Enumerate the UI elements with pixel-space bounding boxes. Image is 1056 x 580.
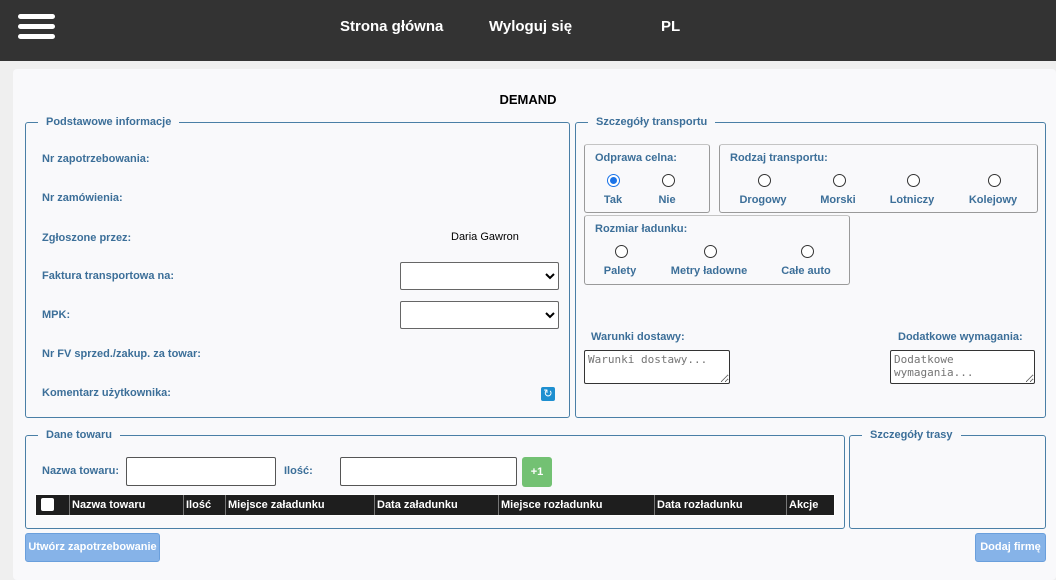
transport-air-label: Lotniczy	[889, 194, 935, 206]
select-all-checkbox[interactable]	[41, 498, 54, 511]
cargo-full-truck-radio[interactable]	[801, 245, 814, 258]
customs-yes-label: Tak	[603, 194, 623, 206]
col-qty[interactable]: Ilość	[184, 495, 226, 515]
transport-road-radio[interactable]	[758, 174, 771, 187]
goods-name-label: Nazwa towaru:	[42, 465, 120, 477]
page-title: DEMAND	[499, 92, 557, 107]
goods-qty-input[interactable]	[340, 457, 517, 486]
col-goods-name[interactable]: Nazwa towaru	[70, 495, 184, 515]
select-all-cell	[36, 495, 70, 515]
refresh-icon[interactable]: ↻	[541, 387, 555, 401]
user-comment-label: Komentarz użytkownika:	[42, 387, 171, 399]
col-loading-date[interactable]: Data załadunku	[375, 495, 499, 515]
demand-number-field[interactable]	[450, 145, 560, 173]
col-loading-place[interactable]: Miejsce załadunku	[226, 495, 375, 515]
transport-details-legend: Szczegóły transportu	[588, 116, 716, 128]
customs-no-label: Nie	[658, 194, 676, 206]
customs-yes-radio[interactable]	[607, 174, 620, 187]
route-details-section: Szczegóły trasy	[849, 429, 1046, 529]
basic-info-legend: Podstawowe informacje	[38, 116, 180, 128]
transport-rail-label: Kolejowy	[968, 194, 1018, 206]
order-number-field[interactable]	[450, 184, 560, 212]
delivery-terms-textarea[interactable]	[584, 350, 730, 384]
cargo-loading-meters-radio[interactable]	[704, 245, 717, 258]
customs-no-radio[interactable]	[662, 174, 675, 187]
extra-requirements-textarea[interactable]	[890, 350, 1035, 384]
col-unloading-place[interactable]: Miejsce rozładunku	[499, 495, 655, 515]
transport-invoice-select[interactable]	[400, 262, 559, 290]
col-unloading-date[interactable]: Data rozładunku	[655, 495, 787, 515]
invoice-number-label: Nr FV sprzed./zakup. za towar:	[42, 348, 201, 360]
goods-legend: Dane towaru	[38, 429, 121, 441]
reported-by-value: Daria Gawron	[451, 231, 519, 243]
nav-language-link[interactable]: PL	[661, 18, 680, 35]
transport-invoice-label: Faktura transportowa na:	[42, 270, 175, 282]
user-comment-field[interactable]	[425, 379, 535, 407]
nav-logout-link[interactable]: Wyloguj się	[489, 18, 572, 35]
mpk-select[interactable]	[400, 301, 559, 329]
goods-qty-label: Ilość:	[284, 465, 313, 477]
cargo-pallets-radio[interactable]	[615, 245, 628, 258]
add-company-button[interactable]: Dodaj firmę	[975, 533, 1046, 562]
demand-number-label: Nr zapotrzebowania:	[42, 153, 150, 165]
cargo-full-truck-label: Całe auto	[781, 265, 831, 277]
mpk-label: MPK:	[42, 309, 71, 321]
reported-by-label: Zgłoszone przez:	[42, 232, 132, 244]
invoice-number-field[interactable]	[450, 340, 560, 368]
cargo-pallets-label: Palety	[603, 265, 637, 277]
transport-rail-radio[interactable]	[988, 174, 1001, 187]
goods-name-input[interactable]	[126, 457, 276, 486]
transport-sea-radio[interactable]	[833, 174, 846, 187]
customs-label: Odprawa celna:	[595, 152, 677, 164]
order-number-label: Nr zamówienia:	[42, 192, 123, 204]
cargo-size-label: Rozmiar ładunku:	[595, 223, 688, 235]
top-navbar: Strona główna Wyloguj się PL	[0, 0, 1056, 61]
nav-home-link[interactable]: Strona główna	[340, 18, 443, 35]
col-actions[interactable]: Akcje	[787, 495, 834, 515]
goods-table-header: Nazwa towaru Ilość Miejsce załadunku Dat…	[35, 494, 835, 516]
add-goods-button[interactable]: +1	[522, 457, 552, 487]
transport-sea-label: Morski	[820, 194, 856, 206]
transport-type-label: Rodzaj transportu:	[730, 152, 828, 164]
delivery-terms-label: Warunki dostawy:	[591, 331, 685, 343]
transport-air-radio[interactable]	[907, 174, 920, 187]
extra-requirements-label: Dodatkowe wymagania:	[898, 331, 1023, 343]
cargo-loading-meters-label: Metry ładowne	[670, 265, 748, 277]
create-demand-button[interactable]: Utwórz zapotrzebowanie	[25, 533, 160, 562]
hamburger-menu-icon[interactable]	[18, 14, 55, 40]
transport-road-label: Drogowy	[739, 194, 787, 206]
route-details-legend: Szczegóły trasy	[862, 429, 961, 441]
